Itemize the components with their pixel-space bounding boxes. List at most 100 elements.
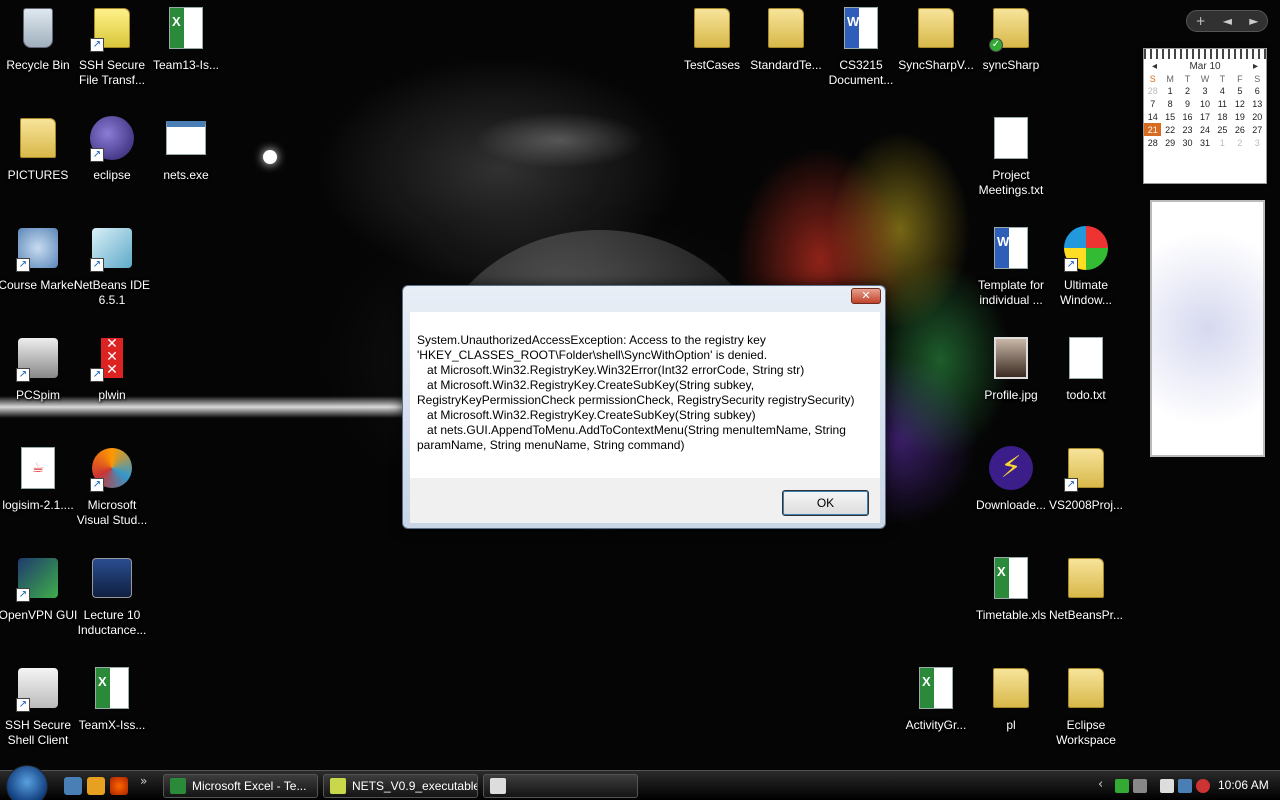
computer-icon[interactable] xyxy=(1178,779,1192,793)
calendar-day[interactable]: 15 xyxy=(1161,110,1178,123)
device-icon[interactable] xyxy=(1133,779,1147,793)
calendar-day[interactable]: 29 xyxy=(1161,136,1178,149)
calendar-day[interactable]: 21 xyxy=(1144,123,1162,136)
safely-remove-icon[interactable] xyxy=(1160,779,1174,793)
calendar-day[interactable]: 14 xyxy=(1144,110,1161,123)
calendar-day[interactable]: 5 xyxy=(1231,84,1248,97)
calendar-next-month-button[interactable]: ▸ xyxy=(1253,61,1258,72)
desktop-icon-activitygr[interactable]: X ActivityGr... xyxy=(898,662,974,762)
desktop-icon-standardte[interactable]: StandardTe... xyxy=(748,2,824,102)
desktop-icon-eclipse[interactable]: ↗ eclipse xyxy=(74,112,150,212)
calendar-day[interactable]: 7 xyxy=(1144,97,1161,110)
calendar-day[interactable]: 2 xyxy=(1179,84,1196,97)
powerpoint-file-icon xyxy=(88,554,136,602)
desktop-icon-course-marker[interactable]: ↗ Course Marker xyxy=(0,222,78,322)
desktop-icon-netbeanspr[interactable]: NetBeansPr... xyxy=(1048,552,1124,652)
desktop-icon-plwin[interactable]: ✕ ✕ ✕ ↗ plwin xyxy=(74,332,150,432)
desktop-icon-todo[interactable]: todo.txt xyxy=(1048,332,1124,432)
desktop-icon-openvpn[interactable]: ↗ OpenVPN GUI xyxy=(0,552,77,652)
icon-label: nets.exe xyxy=(163,168,209,182)
add-gadget-button[interactable]: + xyxy=(1196,14,1206,28)
show-desktop-icon[interactable] xyxy=(64,777,82,795)
previous-page-button[interactable]: ◄ xyxy=(1223,14,1232,28)
calendar-day[interactable]: 4 xyxy=(1214,84,1231,97)
desktop-icon-downloader[interactable]: ⚡ Downloade... xyxy=(973,442,1049,542)
java-jar-icon: ☕ xyxy=(14,444,62,492)
calendar-gadget[interactable]: ◂ Mar 10 ▸ SMTWTFS 28 1 2 3 4 5 6 7 8 9 10 11 12 13 14… xyxy=(1143,48,1267,184)
desktop-icon-nets-exe[interactable]: nets.exe xyxy=(148,112,224,212)
volume-muted-icon[interactable] xyxy=(1196,779,1210,793)
netbeans-cube-icon: ↗ xyxy=(88,224,136,272)
desktop-icon-syncsharp[interactable]: ✓ syncSharp xyxy=(973,2,1049,102)
calendar-day[interactable]: 18 xyxy=(1214,110,1231,123)
desktop-icon-pictures[interactable]: PICTURES xyxy=(0,112,76,212)
calendar-day[interactable]: 26 xyxy=(1231,123,1248,136)
close-button[interactable]: ✕ xyxy=(851,288,881,304)
taskbar-button-dialog[interactable] xyxy=(483,774,638,798)
calendar-day[interactable]: 23 xyxy=(1179,123,1196,136)
calendar-day[interactable]: 17 xyxy=(1196,110,1213,123)
desktop-icon-team13[interactable]: X Team13-Is... xyxy=(148,2,224,102)
desktop-icon-netbeans[interactable]: ↗ NetBeans IDE 6.5.1 xyxy=(74,222,150,322)
calendar-day[interactable]: 11 xyxy=(1214,97,1231,110)
ok-button[interactable]: OK xyxy=(782,490,869,516)
calendar-day[interactable]: 8 xyxy=(1161,97,1178,110)
desktop-icon-visual-studio[interactable]: ↗ Microsoft Visual Stud... xyxy=(74,442,150,542)
calendar-day[interactable]: 30 xyxy=(1179,136,1196,149)
media-player-icon[interactable] xyxy=(87,777,105,795)
show-hidden-icons-button[interactable]: ‹ xyxy=(1098,777,1103,792)
calendar-day[interactable]: 28 xyxy=(1144,84,1161,97)
desktop-icon-eclipse-workspace[interactable]: Eclipse Workspace xyxy=(1048,662,1124,762)
calendar-day[interactable]: 25 xyxy=(1214,123,1231,136)
calendar-day[interactable]: 9 xyxy=(1179,97,1196,110)
desktop-icon-ultimate-windows[interactable]: ↗ Ultimate Window... xyxy=(1048,222,1124,322)
desktop-icon-ssh-shell-client[interactable]: ↗ SSH Secure Shell Client xyxy=(0,662,76,762)
calendar-day[interactable]: 3 xyxy=(1249,136,1266,149)
desktop-icon-recycle-bin[interactable]: Recycle Bin xyxy=(0,2,76,102)
desktop-icon-ssh-file-transfer[interactable]: ↗ SSH Secure File Transf... xyxy=(74,2,150,102)
taskbar-button-excel[interactable]: Microsoft Excel - Te... xyxy=(163,774,318,798)
desktop-icon-lecture-10[interactable]: Lecture 10 Inductance... xyxy=(74,552,150,652)
calendar-day[interactable]: 12 xyxy=(1231,97,1248,110)
calendar-day[interactable]: 19 xyxy=(1231,110,1248,123)
desktop-icon-syncsharpv[interactable]: SyncSharpV... xyxy=(898,2,974,102)
calendar-day[interactable]: 31 xyxy=(1196,136,1213,149)
calendar-day[interactable]: 13 xyxy=(1249,97,1266,110)
calendar-day[interactable]: 20 xyxy=(1249,110,1266,123)
excel-file-icon: X xyxy=(88,664,136,712)
calendar-day[interactable]: 16 xyxy=(1179,110,1196,123)
start-button[interactable] xyxy=(6,765,48,800)
desktop-icon-pl[interactable]: pl xyxy=(973,662,1049,762)
slideshow-gadget[interactable] xyxy=(1150,200,1265,457)
calendar-day[interactable]: 24 xyxy=(1196,123,1213,136)
icon-label: PCSpim xyxy=(15,388,60,402)
desktop-icon-logisim[interactable]: ☕ logisim-2.1.... xyxy=(0,442,76,542)
desktop-icon-template-individual[interactable]: W Template for individual ... xyxy=(973,222,1049,322)
calendar-day[interactable]: 10 xyxy=(1196,97,1213,110)
calendar-day[interactable]: 22 xyxy=(1161,123,1178,136)
calendar-day[interactable]: 6 xyxy=(1249,84,1266,97)
firefox-icon[interactable] xyxy=(110,777,128,795)
next-page-button[interactable]: ► xyxy=(1249,14,1258,28)
calendar-prev-month-button[interactable]: ◂ xyxy=(1152,61,1157,72)
taskbar-button-nets[interactable]: NETS_V0.9_executable xyxy=(323,774,478,798)
calendar-day[interactable]: 28 xyxy=(1144,136,1161,149)
calendar-day[interactable]: 3 xyxy=(1196,84,1213,97)
desktop-icon-testcases[interactable]: TestCases xyxy=(674,2,750,102)
desktop-icon-timetable[interactable]: X Timetable.xls xyxy=(973,552,1049,652)
calendar-day[interactable]: 2 xyxy=(1231,136,1248,149)
calendar-day[interactable]: 1 xyxy=(1214,136,1231,149)
desktop-icon-profile-jpg[interactable]: Profile.jpg xyxy=(973,332,1049,432)
clock[interactable]: 10:06 AM xyxy=(1218,778,1269,792)
network-icon[interactable] xyxy=(1115,779,1129,793)
desktop-icon-teamx[interactable]: X TeamX-Iss... xyxy=(74,662,150,762)
quicklaunch-overflow[interactable]: » xyxy=(140,774,158,792)
desktop-icon-cs3215-document[interactable]: W CS3215 Document... xyxy=(823,2,899,102)
desktop-icon-vs2008proj[interactable]: ↗ VS2008Proj... xyxy=(1048,442,1124,542)
desktop-icon-project-meetings[interactable]: Project Meetings.txt xyxy=(973,112,1049,212)
desktop-icon-pcspim[interactable]: ↗ PCSpim xyxy=(0,332,76,432)
calendar-day[interactable]: 1 xyxy=(1161,84,1178,97)
calendar-day[interactable]: 27 xyxy=(1249,123,1266,136)
icon-label: todo.txt xyxy=(1066,388,1106,402)
dialog-titlebar[interactable] xyxy=(403,286,885,308)
